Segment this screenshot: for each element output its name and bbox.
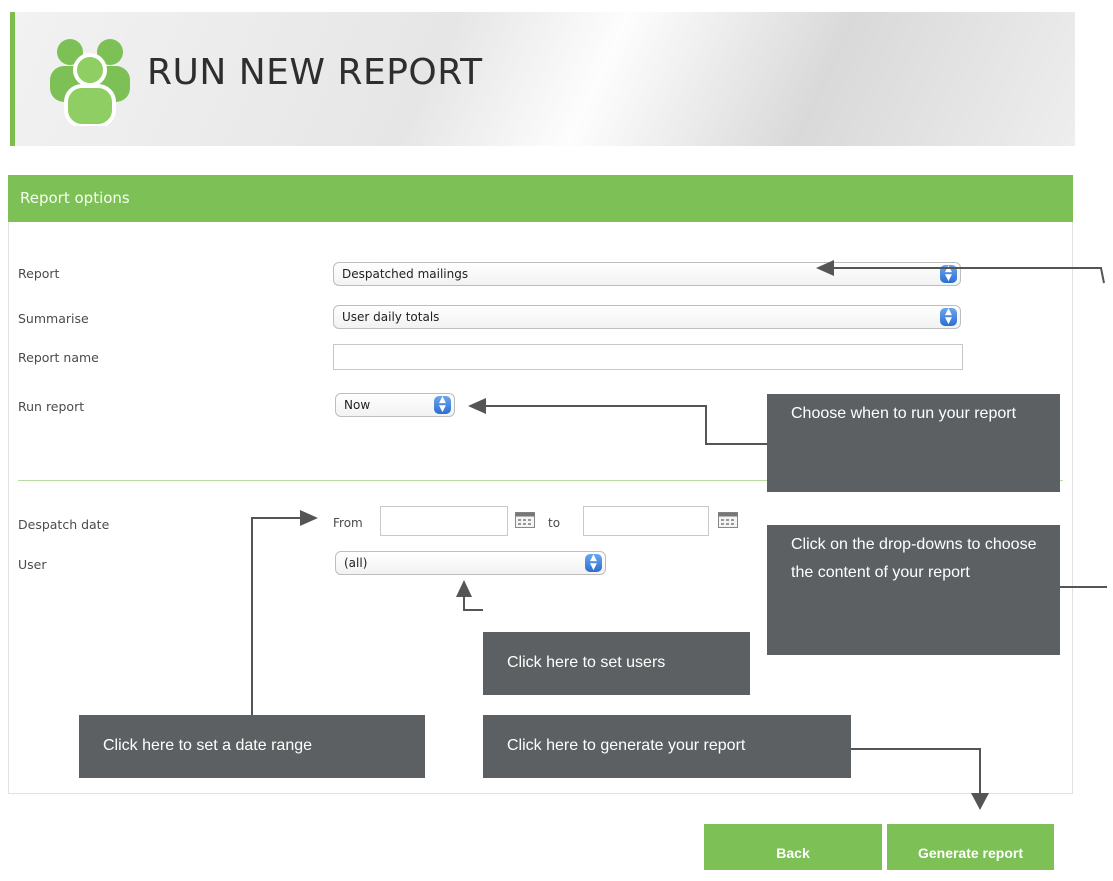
callout-date-range: Click here to set a date range [79,715,425,778]
arrowhead-left [468,398,486,414]
arrowhead-up [456,580,472,597]
generate-report-button[interactable]: Generate report [887,824,1054,870]
callout-run-when: Choose when to run your report [767,394,1060,492]
back-button[interactable]: Back [704,824,882,870]
callout-generate: Click here to generate your report [483,715,851,778]
callout-dropdowns: Click on the drop-downs to choose the co… [767,525,1060,655]
callout-set-users: Click here to set users [483,632,750,695]
arrowhead-left [816,260,834,276]
arrowhead-right [300,510,318,526]
arrowhead-down [971,793,989,810]
